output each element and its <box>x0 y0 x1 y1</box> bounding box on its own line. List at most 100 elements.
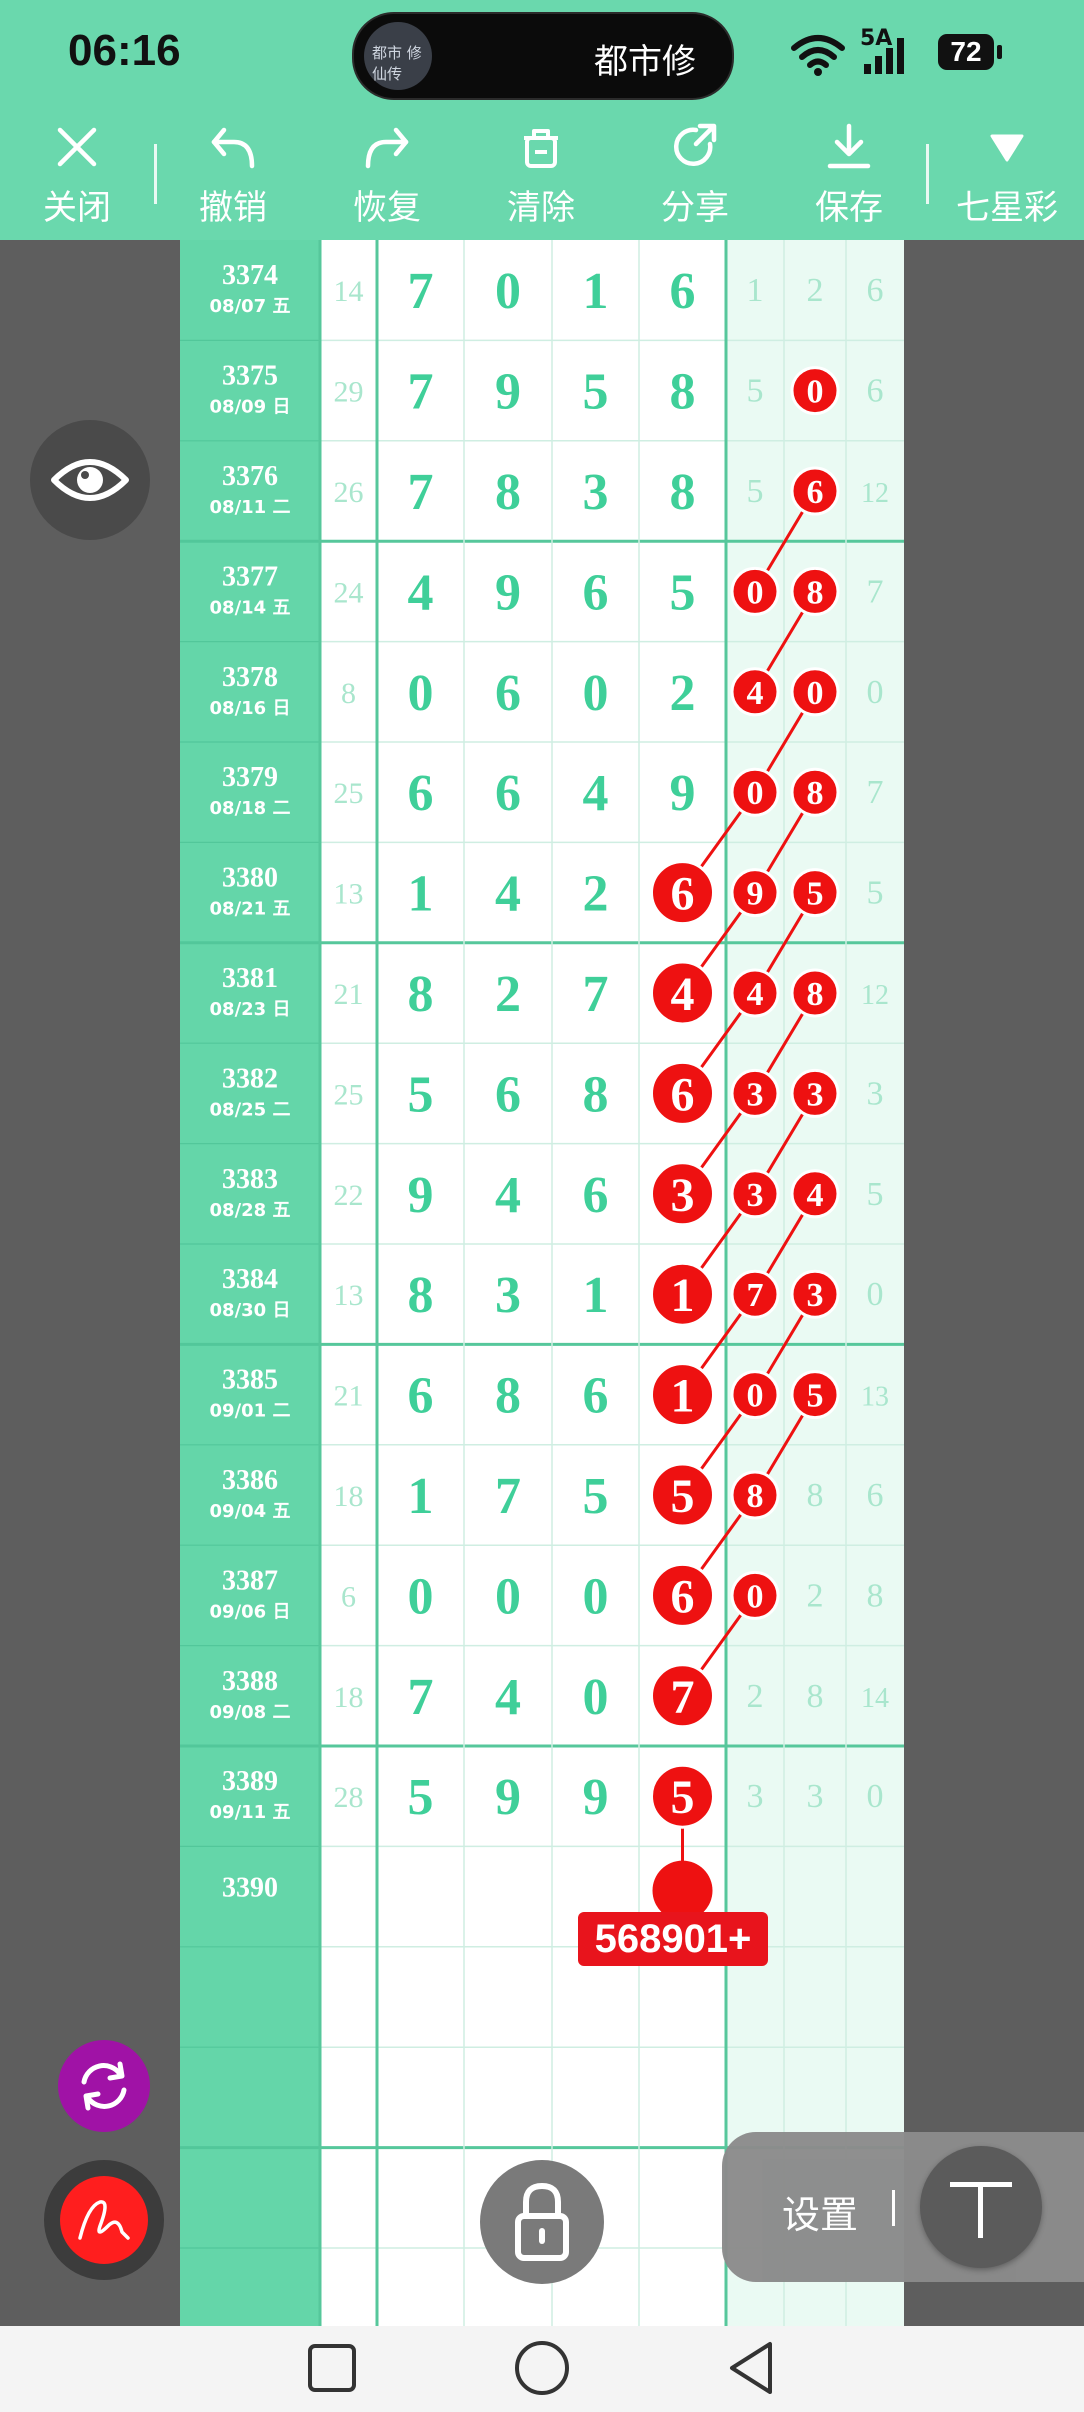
tail-digit: 7 <box>867 573 884 610</box>
highlight-digit: 5 <box>671 1470 695 1523</box>
sync-button[interactable] <box>58 2040 150 2132</box>
tail-digit: 2 <box>747 1678 764 1715</box>
highlight-digit: 8 <box>807 574 824 611</box>
highlight-digit: 4 <box>747 976 764 1013</box>
main-digit: 8 <box>495 1368 521 1425</box>
lottery-selector[interactable]: 七星彩 <box>942 118 1072 240</box>
pen-icon <box>78 2200 130 2240</box>
main-digit: 0 <box>583 1669 609 1726</box>
highlight-digit: 6 <box>807 474 824 511</box>
highlight-digit: 5 <box>671 1771 695 1824</box>
dynamic-island-media[interactable]: 都市 修仙传 都市修 <box>352 12 734 100</box>
sum-value: 14 <box>334 275 364 308</box>
tail-digit: 5 <box>747 473 764 510</box>
main-digit: 1 <box>408 1468 434 1525</box>
home-icon[interactable] <box>510 2336 574 2400</box>
prediction-label: 568901+ <box>578 1912 768 1966</box>
main-digit: 1 <box>583 1267 609 1324</box>
issue-number: 3384 <box>222 1264 278 1295</box>
tail-digit: 6 <box>867 373 884 410</box>
lottery-selector-label: 七星彩 <box>956 188 1058 228</box>
issue-date: 08/11 二 <box>210 497 291 518</box>
save-button[interactable]: 保存 <box>784 118 914 240</box>
settings-label[interactable]: 设置 <box>782 2184 858 2239</box>
issue-date: 08/30 日 <box>210 1300 291 1321</box>
main-digit: 0 <box>408 665 434 722</box>
sum-value: 25 <box>334 777 364 810</box>
sync-icon <box>81 2061 127 2111</box>
highlight-digit: 1 <box>671 1269 695 1322</box>
toggle-visibility-button[interactable] <box>30 420 150 540</box>
trend-chart[interactable]: 337408/07 五 14 7 0 1 6 1 2 6337508/09 日 29 7 9 5 8 5 0 6… <box>180 240 904 2326</box>
clear-button[interactable]: 清除 <box>476 118 606 240</box>
eye-icon <box>51 459 129 501</box>
toolbar-divider <box>154 144 157 204</box>
back-icon[interactable] <box>722 2338 782 2398</box>
main-digit: 3 <box>583 464 609 521</box>
main-digit: 1 <box>583 263 609 320</box>
lock-button[interactable] <box>480 2160 604 2284</box>
issue-date: 08/21 五 <box>210 899 291 920</box>
main-digit: 9 <box>670 765 696 822</box>
highlight-digit: 3 <box>807 1277 824 1314</box>
issue-date: 08/18 二 <box>210 798 291 819</box>
highlight-digit: 3 <box>747 1177 764 1214</box>
lock-icon <box>515 2182 569 2261</box>
highlight-digit: 0 <box>747 1378 764 1415</box>
main-digit: 9 <box>495 1769 521 1826</box>
main-digit: 6 <box>495 665 521 722</box>
main-digit: 3 <box>495 1267 521 1324</box>
main-digit: 2 <box>583 866 609 923</box>
highlight-digit: 0 <box>807 675 824 712</box>
left-margin <box>0 240 180 2326</box>
issue-number: 3380 <box>222 863 278 894</box>
tail-digit: 7 <box>867 774 884 811</box>
pen-button-face <box>60 2176 148 2264</box>
issue-number: 3389 <box>222 1766 278 1797</box>
share-button[interactable]: 分享 <box>630 118 760 240</box>
text-tool-button[interactable] <box>920 2146 1042 2268</box>
issue-number: 3377 <box>222 561 278 592</box>
main-digit: 0 <box>583 1568 609 1625</box>
sum-value: 6 <box>341 1580 356 1613</box>
main-digit: 5 <box>583 1468 609 1525</box>
album-art: 都市 修仙传 <box>364 22 432 90</box>
sum-value: 21 <box>334 1380 364 1413</box>
redo-label: 恢复 <box>353 188 421 228</box>
recent-apps-icon[interactable] <box>302 2338 362 2398</box>
triangle-down-icon <box>990 134 1024 162</box>
undo-button[interactable]: 撤销 <box>168 118 298 240</box>
main-digit: 8 <box>670 364 696 421</box>
sum-value: 24 <box>334 576 364 609</box>
main-digit: 9 <box>583 1769 609 1826</box>
tail-digit: 0 <box>867 674 884 711</box>
main-digit: 7 <box>495 1468 521 1525</box>
highlight-digit: 0 <box>747 574 764 611</box>
main-digit: 0 <box>583 665 609 722</box>
issue-number: 3378 <box>222 662 278 693</box>
issue-date: 09/01 二 <box>210 1401 291 1422</box>
close-button[interactable]: 关闭 <box>12 118 142 240</box>
main-digit: 7 <box>408 464 434 521</box>
main-digit: 8 <box>495 464 521 521</box>
issue-date: 08/09 日 <box>210 397 291 418</box>
highlight-digit: 0 <box>747 775 764 812</box>
issue-date: 09/08 二 <box>210 1702 291 1723</box>
main-digit: 4 <box>495 1167 521 1224</box>
issue-number: 3379 <box>222 762 278 793</box>
issue-number: 3374 <box>222 260 278 291</box>
redo-button[interactable]: 恢复 <box>322 118 452 240</box>
sum-value: 29 <box>334 376 364 409</box>
issue-date: 08/28 五 <box>210 1200 291 1221</box>
tail-digit: 0 <box>867 1276 884 1313</box>
issue-number: 3385 <box>222 1365 278 1396</box>
main-digit: 6 <box>408 1368 434 1425</box>
issue-number: 3383 <box>222 1164 278 1195</box>
main-digit: 7 <box>408 263 434 320</box>
trash-icon <box>524 129 558 168</box>
draw-pen-button[interactable] <box>44 2160 164 2280</box>
tail-digit: 6 <box>867 1477 884 1514</box>
highlight-digit: 7 <box>747 1277 764 1314</box>
main-digit: 6 <box>583 1368 609 1425</box>
highlight-digit: 1 <box>671 1370 695 1423</box>
